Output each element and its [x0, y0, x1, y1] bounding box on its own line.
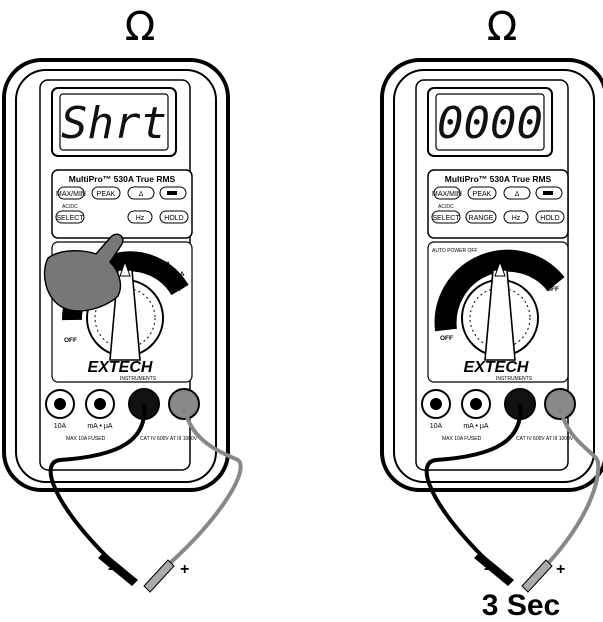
right-ohm-symbol: Ω: [487, 4, 518, 50]
right-jack-10a-hole: [430, 398, 442, 410]
right-dial-ma: mA: [536, 261, 547, 268]
left-model-label: MultiPro™ 530A True RMS: [69, 174, 176, 184]
right-select-label: SELECT: [432, 215, 460, 222]
left-ohm-symbol: Ω: [125, 4, 156, 50]
right-probe-minus: -: [484, 560, 489, 577]
left-acdc-label: AC/DC: [62, 204, 78, 210]
left-dial-ma: mA: [160, 261, 171, 268]
right-delta-label: ∆: [515, 191, 520, 198]
left-brand-sub: INSTRUMENTS: [120, 376, 157, 382]
left-brand-logo: EXTECH: [88, 359, 153, 376]
left-hold-label: HOLD: [164, 215, 183, 222]
left-dial-off-right: OFF: [170, 286, 183, 293]
left-red-probe: [143, 559, 175, 593]
left-backlight-icon: [167, 191, 177, 195]
right-backlight-icon: [543, 191, 553, 195]
right-acdc-label: AC/DC: [438, 204, 454, 210]
right-meter: Ω 0000 MultiPro™ 530A True RMS MAX/MIN P…: [380, 4, 603, 622]
left-probe-plus: +: [180, 561, 189, 578]
diagram-canvas: Ω Shrt MultiPro™ 530A True RMS MAX/MIN P…: [2, 4, 603, 622]
right-brand-sub: INSTRUMENTS: [496, 376, 533, 382]
right-peak-label: PEAK: [473, 191, 492, 198]
right-auto-off-label: AUTO POWER OFF: [432, 248, 477, 254]
left-hz-label: Hz: [136, 215, 145, 222]
right-hz-label: Hz: [512, 215, 521, 222]
right-fused-label: MAX 10A FUSED: [442, 436, 482, 442]
duration-caption: 3 Sec: [482, 589, 560, 622]
left-fused-label: MAX 10A FUSED: [66, 436, 106, 442]
right-dial-cap: CAP: [468, 267, 482, 274]
right-red-probe: [521, 559, 553, 593]
right-jack-10a-label: 10A: [430, 423, 443, 430]
right-lcd-reading: 0000: [437, 98, 543, 149]
left-maxmin-label: MAX/MIN: [56, 191, 86, 198]
right-cat-label: CAT IV 600V AT III 1000V: [516, 436, 574, 442]
left-dial-vac: VAC: [62, 313, 76, 320]
left-black-probe: [98, 552, 138, 586]
right-dial-ua: µA: [552, 271, 561, 278]
left-delta-label: ∆: [139, 191, 144, 198]
right-brand-logo: EXTECH: [464, 359, 529, 376]
right-dial-vac: VAC: [438, 319, 452, 326]
left-lcd-reading: Shrt: [61, 98, 167, 149]
left-jack-ma-hole: [94, 398, 106, 410]
right-dial-a: A: [522, 255, 527, 262]
right-dial-off-right: OFF: [546, 286, 559, 293]
right-dial-vdc: VDC: [438, 305, 452, 312]
left-jack-10a-label: 10A: [54, 423, 67, 430]
left-select-label: SELECT: [56, 215, 84, 222]
left-dial-a: A: [146, 255, 151, 262]
right-probe-plus: +: [556, 561, 565, 578]
left-jack-10a-hole: [54, 398, 66, 410]
right-jack-ma-hole: [470, 398, 482, 410]
right-dial-mv: mV: [442, 291, 453, 298]
left-jack-ma-label: mA • µA: [87, 423, 112, 430]
right-black-probe: [474, 552, 514, 586]
left-meter: Ω Shrt MultiPro™ 530A True RMS MAX/MIN P…: [2, 4, 243, 593]
left-dial-ua: µA: [176, 271, 185, 278]
right-maxmin-label: MAX/MIN: [432, 191, 462, 198]
right-jack-ma-label: mA • µA: [463, 423, 488, 430]
left-dial-off-left: OFF: [64, 337, 77, 344]
left-probe-minus: -: [108, 560, 113, 577]
left-peak-label: PEAK: [97, 191, 116, 198]
right-hold-label: HOLD: [540, 215, 559, 222]
left-cat-label: CAT IV 600V AT III 1000V: [140, 436, 198, 442]
right-range-label: RANGE: [469, 215, 494, 222]
right-dial-off-left: OFF: [440, 335, 453, 342]
right-model-label: MultiPro™ 530A True RMS: [445, 174, 552, 184]
